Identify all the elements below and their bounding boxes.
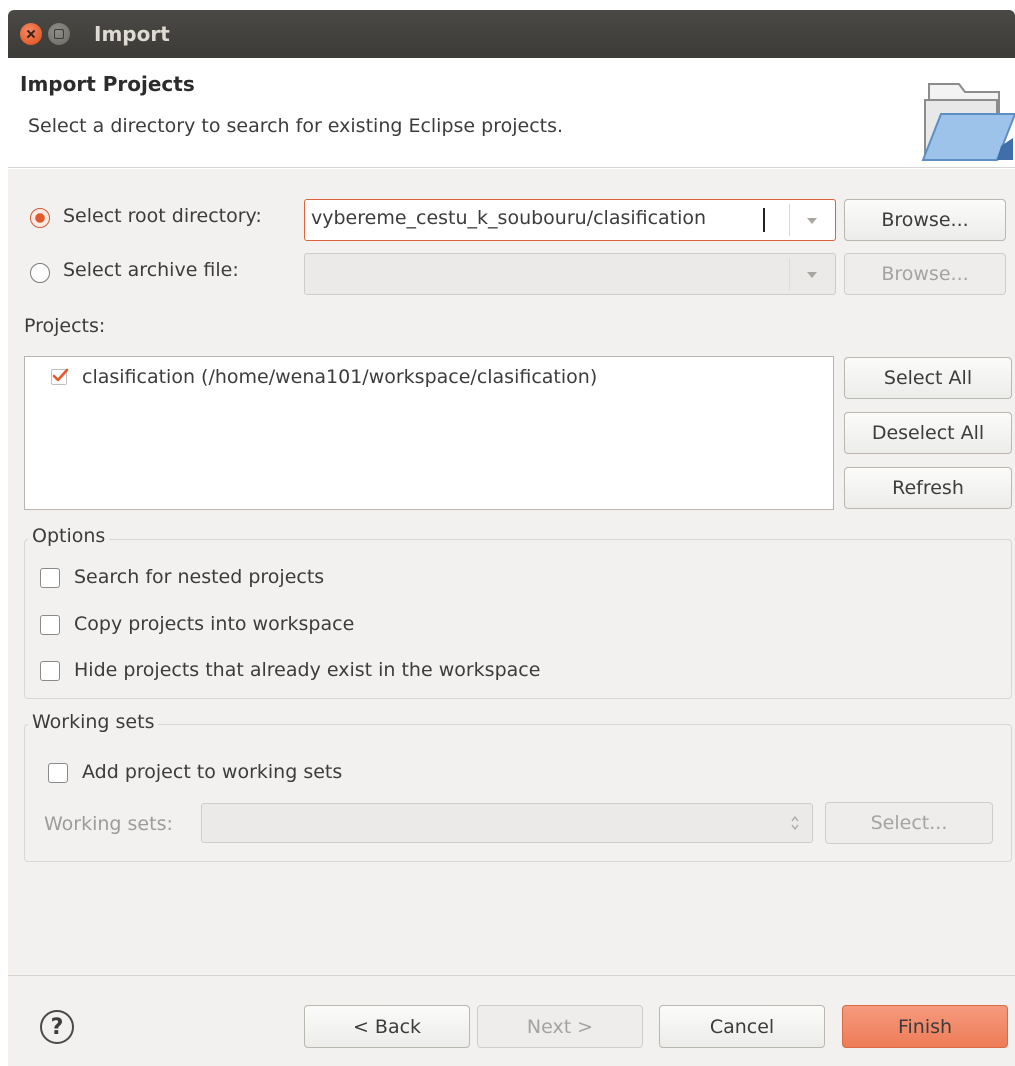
select-all-button[interactable]: Select All <box>844 357 1012 399</box>
working-sets-combo[interactable] <box>201 803 813 843</box>
root-directory-radio[interactable] <box>30 208 50 228</box>
minimize-window-icon[interactable] <box>48 23 70 45</box>
chevron-down-icon[interactable] <box>807 272 817 278</box>
add-to-working-sets-checkbox[interactable] <box>48 763 68 783</box>
folder-open-icon <box>921 83 1015 161</box>
finish-button[interactable]: Finish <box>842 1005 1008 1048</box>
text-caret <box>763 208 765 232</box>
page-description: Select a directory to search for existin… <box>28 115 564 137</box>
window-title: Import <box>94 22 170 46</box>
browse-root-button[interactable]: Browse... <box>844 199 1006 241</box>
next-button[interactable]: Next > <box>477 1005 643 1048</box>
root-directory-combo[interactable]: vybereme_cestu_k_soubouru/clasification <box>304 199 836 241</box>
search-nested-label: Search for nested projects <box>74 566 325 588</box>
page-title: Import Projects <box>20 72 195 96</box>
add-to-working-sets-label: Add project to working sets <box>82 761 343 783</box>
project-item-label: clasification (/home/wena101/workspace/c… <box>82 366 598 388</box>
projects-list[interactable]: clasification (/home/wena101/workspace/c… <box>24 356 834 510</box>
copy-projects-checkbox[interactable] <box>40 615 60 635</box>
deselect-all-button[interactable]: Deselect All <box>844 412 1012 454</box>
hide-existing-label: Hide projects that already exist in the … <box>74 659 541 681</box>
project-checkbox[interactable] <box>51 368 69 385</box>
search-nested-checkbox[interactable] <box>40 568 60 588</box>
help-icon[interactable]: ? <box>40 1010 74 1044</box>
working-sets-label: Working sets: <box>44 813 173 835</box>
cancel-button[interactable]: Cancel <box>659 1005 825 1048</box>
checkmark-icon <box>52 368 69 382</box>
refresh-button[interactable]: Refresh <box>844 467 1012 509</box>
archive-file-label: Select archive file: <box>63 259 239 281</box>
window-titlebar: Import <box>8 10 1015 58</box>
hide-existing-checkbox[interactable] <box>40 661 60 681</box>
close-window-icon[interactable] <box>20 23 42 45</box>
browse-archive-button[interactable]: Browse... <box>844 253 1006 295</box>
projects-label: Projects: <box>24 315 106 337</box>
root-directory-label: Select root directory: <box>63 205 262 227</box>
spinner-arrows-icon <box>791 815 799 831</box>
working-sets-title: Working sets <box>28 711 159 733</box>
back-button[interactable]: < Back <box>304 1005 470 1048</box>
options-title: Options <box>28 525 110 547</box>
copy-projects-label: Copy projects into workspace <box>74 613 355 635</box>
select-working-sets-button[interactable]: Select... <box>825 802 993 844</box>
archive-file-radio[interactable] <box>30 263 50 283</box>
chevron-down-icon[interactable] <box>807 218 817 224</box>
root-directory-value: vybereme_cestu_k_soubouru/clasification <box>311 207 707 229</box>
footer-divider <box>8 975 1015 976</box>
archive-file-combo[interactable] <box>304 253 836 295</box>
